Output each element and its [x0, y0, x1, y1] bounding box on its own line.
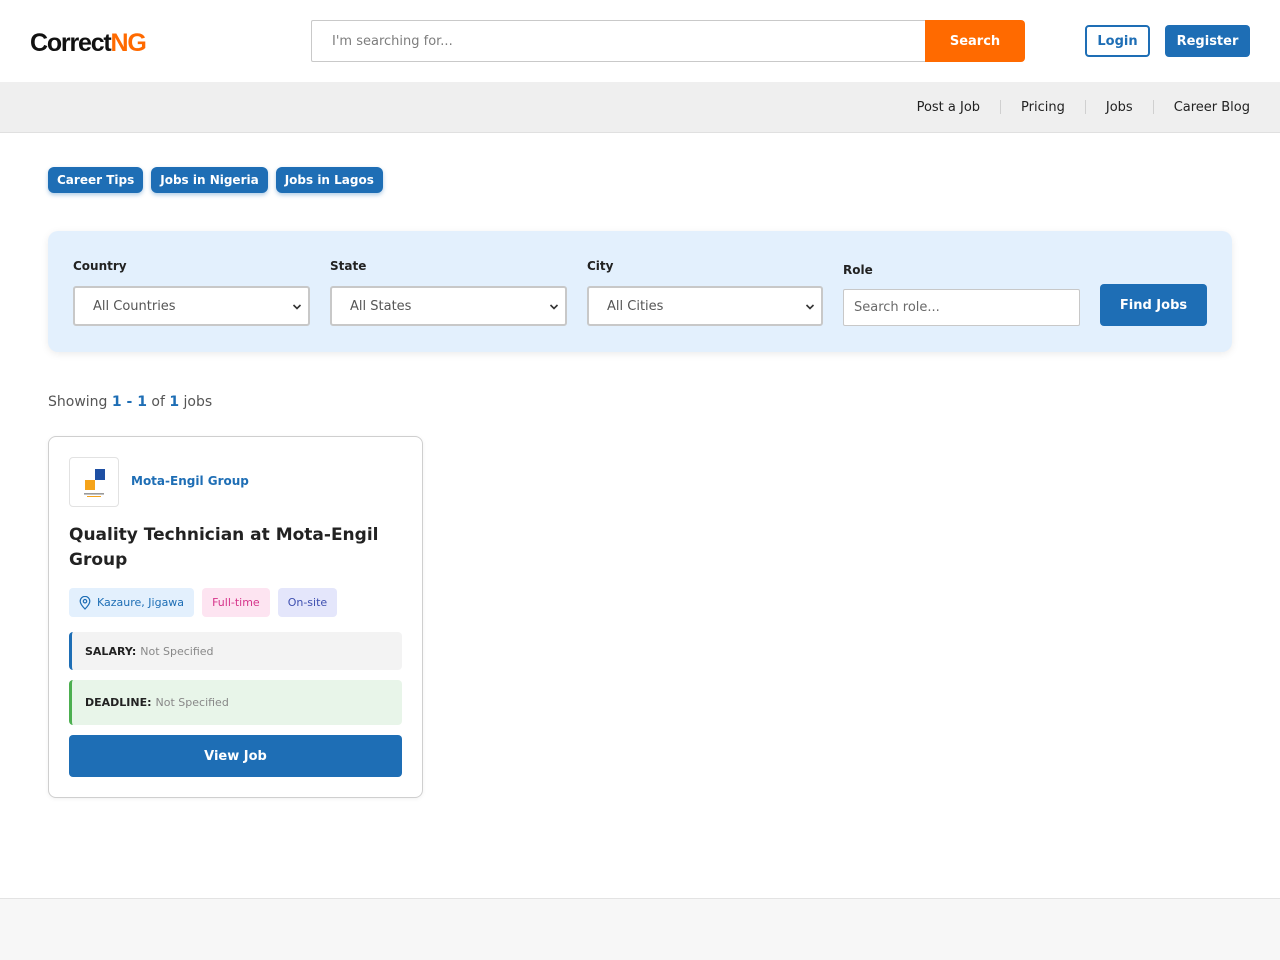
view-job-button[interactable]: View Job: [69, 735, 402, 777]
site-header: CorrectNG Search Login Register: [0, 0, 1280, 82]
state-label: State: [330, 259, 367, 273]
login-button[interactable]: Login: [1085, 25, 1150, 57]
country-select[interactable]: All Countries: [73, 286, 310, 326]
register-button[interactable]: Register: [1165, 25, 1250, 57]
company-logo: [69, 457, 119, 507]
job-meta-chips: Kazaure, Jigawa Full-time On-site: [69, 588, 338, 617]
svg-text:CorrectNG: CorrectNG: [30, 29, 146, 57]
results-suffix: jobs: [183, 394, 213, 410]
tag-jobs-in-lagos[interactable]: Jobs in Lagos: [275, 167, 383, 193]
results-of: of: [151, 394, 165, 410]
find-jobs-button[interactable]: Find Jobs: [1100, 284, 1207, 326]
salary-label: SALARY:: [85, 644, 137, 658]
job-card: Mota-Engil Group Quality Technician at M…: [48, 436, 423, 798]
tag-career-tips[interactable]: Career Tips: [48, 167, 144, 193]
work-mode-chip: On-site: [277, 588, 338, 617]
search-input[interactable]: [311, 20, 925, 62]
state-select-value: All States: [350, 298, 412, 314]
job-title[interactable]: Quality Technician at Mota-Engil Group: [69, 523, 389, 573]
city-label: City: [587, 259, 614, 273]
location-chip: Kazaure, Jigawa: [69, 588, 195, 617]
role-label: Role: [843, 263, 873, 277]
role-search-input[interactable]: [843, 289, 1080, 326]
city-select-value: All Cities: [607, 298, 664, 314]
results-total: 1: [169, 394, 180, 410]
main-nav: Post a Job Pricing Jobs Career Blog: [0, 82, 1280, 133]
country-select-value: All Countries: [93, 298, 176, 314]
nav-pricing[interactable]: Pricing: [1021, 100, 1065, 115]
site-footer: [0, 898, 1280, 960]
chevron-down-icon: [549, 304, 559, 310]
country-label: Country: [73, 259, 127, 273]
results-prefix: Showing: [48, 394, 108, 410]
city-select[interactable]: All Cities: [587, 286, 823, 326]
nav-divider: [1000, 100, 1002, 114]
chevron-down-icon: [805, 304, 815, 310]
map-pin-icon: [79, 595, 91, 610]
site-logo[interactable]: CorrectNG: [30, 26, 150, 58]
company-name-link[interactable]: Mota-Engil Group: [131, 474, 249, 488]
quick-tags: Career Tips Jobs in Nigeria Jobs in Lago…: [48, 167, 383, 193]
employment-type-chip: Full-time: [202, 588, 270, 617]
nav-career-blog[interactable]: Career Blog: [1174, 100, 1250, 115]
results-summary: Showing 1 - 1 of 1 jobs: [48, 394, 212, 410]
location-text: Kazaure, Jigawa: [97, 596, 185, 609]
nav-divider: [1084, 100, 1086, 114]
header-search: Search: [311, 20, 1025, 62]
deadline-label: DEADLINE:: [85, 696, 152, 709]
deadline-row: DEADLINE: Not Specified: [69, 680, 402, 725]
results-range: 1 - 1: [111, 394, 147, 410]
nav-divider: [1152, 100, 1154, 114]
salary-row: SALARY: Not Specified: [69, 632, 402, 670]
salary-value: Not Specified: [140, 644, 214, 658]
job-filter-panel: Country All Countries State All States C…: [48, 231, 1232, 352]
mota-engil-logo-icon: [84, 469, 105, 497]
chevron-down-icon: [292, 304, 302, 310]
state-select[interactable]: All States: [330, 286, 567, 326]
deadline-value: Not Specified: [155, 696, 229, 709]
search-button[interactable]: Search: [925, 20, 1025, 62]
nav-jobs[interactable]: Jobs: [1106, 100, 1133, 115]
correctng-logo-icon: CorrectNG: [30, 29, 147, 57]
nav-post-a-job[interactable]: Post a Job: [917, 100, 980, 115]
tag-jobs-in-nigeria[interactable]: Jobs in Nigeria: [151, 167, 268, 193]
